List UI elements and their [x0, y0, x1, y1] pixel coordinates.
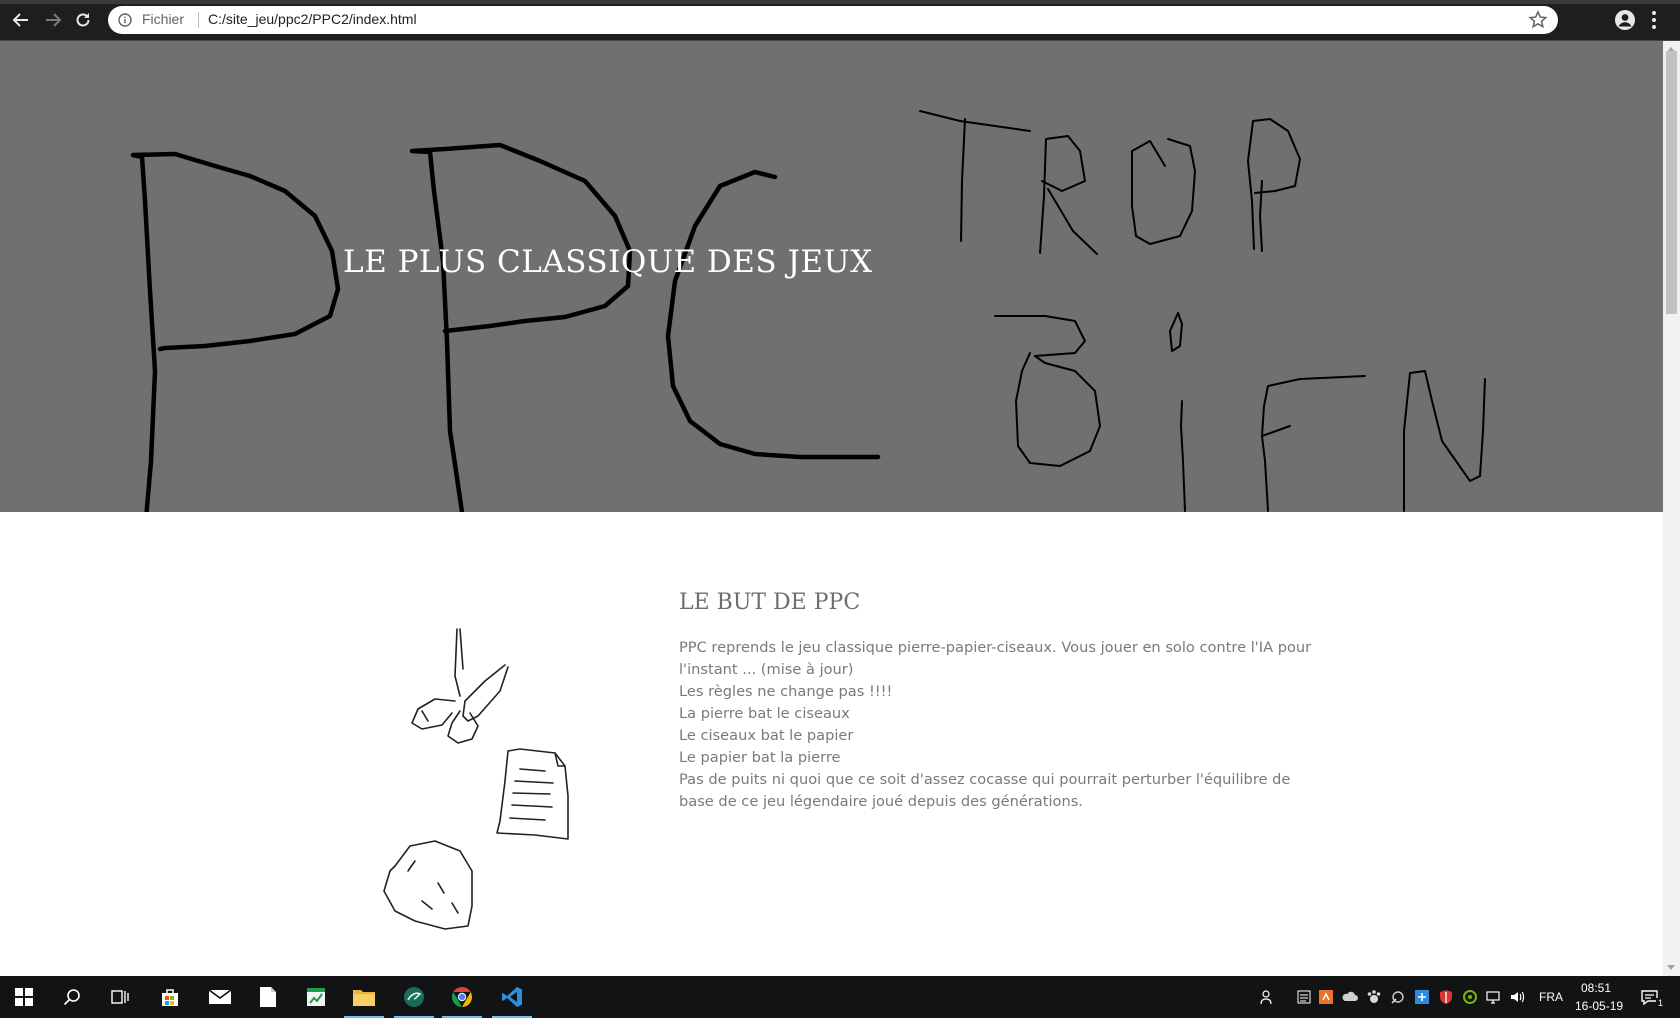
account-icon[interactable] [1614, 9, 1636, 31]
start-icon [15, 988, 33, 1006]
taskbar-app[interactable] [390, 976, 438, 1018]
paragraph-line: La pierre bat le ciseaux [679, 705, 850, 722]
network-tool-icon[interactable] [1390, 989, 1406, 1005]
rock-drawing [383, 840, 473, 930]
address-separator [198, 12, 199, 28]
search-button[interactable] [48, 976, 96, 1018]
taskbar-chrome[interactable] [438, 976, 486, 1018]
hero-title: LE PLUS CLASSIQUE DES JEUX [343, 244, 873, 280]
notification-count: 1 [1656, 998, 1666, 1008]
taskbar-store[interactable] [146, 976, 194, 1018]
scrollbar-thumb[interactable] [1666, 51, 1677, 314]
taskbar-mail[interactable] [196, 976, 244, 1018]
vertical-scrollbar[interactable] [1663, 41, 1680, 976]
chrome-icon [452, 987, 472, 1007]
section-paragraph: PPC reprends le jeu classique pierre-pap… [679, 637, 1319, 813]
arrow-right-icon [46, 13, 62, 27]
taskbar-spreadsheet[interactable] [292, 976, 340, 1018]
paper-drawing [496, 748, 569, 840]
language-indicator[interactable]: FRA [1539, 990, 1563, 1004]
app-icon [404, 987, 424, 1007]
tab-strip [0, 0, 1680, 4]
back-button[interactable] [8, 8, 34, 32]
reload-icon [76, 13, 90, 27]
paragraph-line: PPC reprends le jeu classique pierre-pap… [679, 639, 1312, 678]
spreadsheet-icon [307, 988, 325, 1006]
paragraph-line: Le ciseaux bat le papier [679, 727, 854, 744]
volume-icon[interactable] [1510, 989, 1526, 1005]
start-button[interactable] [0, 976, 48, 1018]
scissors-drawing [411, 628, 509, 744]
address-bar[interactable]: Fichier C:/site_jeu/ppc2/PPC2/index.html [108, 6, 1558, 34]
scroll-down-arrow[interactable] [1667, 965, 1675, 970]
orange-app-icon[interactable] [1318, 989, 1334, 1005]
arrow-left-icon [12, 13, 28, 27]
nvidia-icon[interactable] [1462, 989, 1478, 1005]
blue-app-icon[interactable] [1414, 989, 1430, 1005]
info-icon[interactable] [118, 13, 132, 27]
kebab-icon[interactable] [1648, 8, 1660, 32]
taskbar-vscode[interactable] [488, 976, 536, 1018]
section-heading: LE BUT DE PPC [679, 590, 861, 615]
illustration-rock-paper-scissors [383, 628, 569, 930]
paw-icon[interactable] [1366, 989, 1382, 1005]
taskbar-file[interactable] [244, 976, 292, 1018]
task-view-button[interactable] [96, 976, 144, 1018]
people-icon[interactable] [1260, 989, 1276, 1005]
clock-date[interactable]: 16-05-19 [1575, 999, 1623, 1013]
reload-button[interactable] [70, 8, 96, 32]
clock-time[interactable]: 08:51 [1581, 981, 1611, 995]
taskbar-explorer[interactable] [340, 976, 388, 1018]
network-icon[interactable] [1486, 989, 1502, 1005]
explorer-icon [353, 990, 375, 1006]
mail-icon [208, 989, 232, 1004]
keyboard-icon[interactable] [1296, 989, 1312, 1005]
page-viewport: LE PLUS CLASSIQUE DES JEUX LE BUT DE PPC… [0, 41, 1663, 976]
about-section: LE BUT DE PPC PPC reprends le jeu classi… [679, 590, 1319, 813]
windows-taskbar: FRA 08:51 16-05-19 1 [0, 976, 1680, 1018]
shield-icon[interactable] [1438, 989, 1454, 1005]
file-icon [260, 987, 276, 1007]
onedrive-icon[interactable] [1342, 989, 1358, 1005]
store-icon [162, 989, 178, 1006]
paragraph-line: Le papier bat la pierre [679, 749, 841, 766]
hero-banner: LE PLUS CLASSIQUE DES JEUX [0, 41, 1663, 512]
vscode-icon [502, 987, 522, 1007]
paragraph-line: Les règles ne change pas !!!! [679, 683, 893, 700]
browser-toolbar: Fichier C:/site_jeu/ppc2/PPC2/index.html [0, 0, 1680, 41]
forward-button[interactable] [40, 8, 66, 32]
scheme-label: Fichier [142, 11, 185, 27]
star-icon[interactable] [1528, 10, 1548, 30]
url-text[interactable]: C:/site_jeu/ppc2/PPC2/index.html [208, 11, 417, 27]
paragraph-line: Pas de puits ni quoi que ce soit d'assez… [679, 771, 1291, 810]
task-view-icon [111, 990, 129, 1004]
search-icon [63, 989, 80, 1006]
